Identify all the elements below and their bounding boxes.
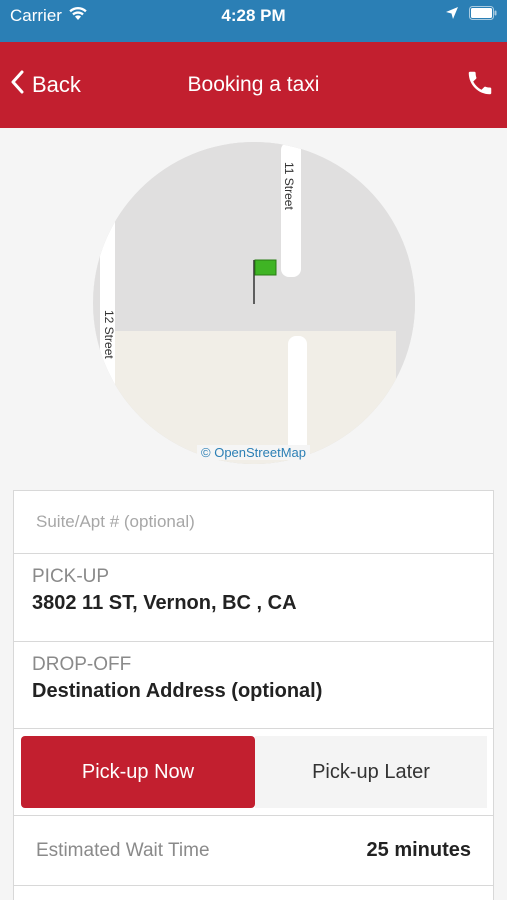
suite-input[interactable]: [36, 512, 456, 532]
wait-time-value: 25 minutes: [366, 839, 471, 861]
pickup-time-toggle: Pick-up Now Pick-up Later: [14, 729, 493, 816]
battery-icon: [469, 5, 497, 25]
page-title: Booking a taxi: [187, 73, 320, 96]
dropoff-label: DROP-OFF: [32, 654, 132, 675]
wait-time-row: Estimated Wait Time 25 minutes: [14, 816, 493, 886]
call-button[interactable]: [465, 42, 495, 128]
pickup-now-button[interactable]: Pick-up Now: [21, 736, 255, 808]
clock: 4:28 PM: [221, 6, 286, 25]
location-arrow-icon: [445, 5, 459, 25]
street-label-12: 12 Street: [102, 310, 116, 359]
pickup-label: PICK-UP: [32, 566, 110, 587]
pickup-later-button[interactable]: Pick-up Later: [255, 736, 487, 808]
dropoff-row[interactable]: DROP-OFF Destination Address (optional): [14, 642, 493, 729]
pickup-row[interactable]: PICK-UP 3802 11 ST, Vernon, BC , CA: [14, 554, 493, 642]
navigation-bar: Back Booking a taxi: [0, 42, 507, 128]
dropoff-address: Destination Address (optional): [32, 680, 323, 702]
status-bar: Carrier 4:28 PM: [0, 0, 507, 42]
pickup-address: 3802 11 ST, Vernon, BC , CA: [32, 592, 297, 614]
suite-row: [14, 491, 493, 554]
street-label-11: 11 Street: [282, 162, 296, 210]
status-right: [445, 5, 497, 25]
booking-form: PICK-UP 3802 11 ST, Vernon, BC , CA DROP…: [13, 490, 494, 900]
phone-icon: [465, 68, 495, 103]
wait-time-label: Estimated Wait Time: [36, 839, 210, 861]
map-view[interactable]: 11 Street 12 Street: [93, 142, 415, 464]
osm-attribution-link[interactable]: © OpenStreetMap: [197, 445, 310, 460]
map-attribution[interactable]: © OpenStreetMap: [0, 445, 507, 460]
